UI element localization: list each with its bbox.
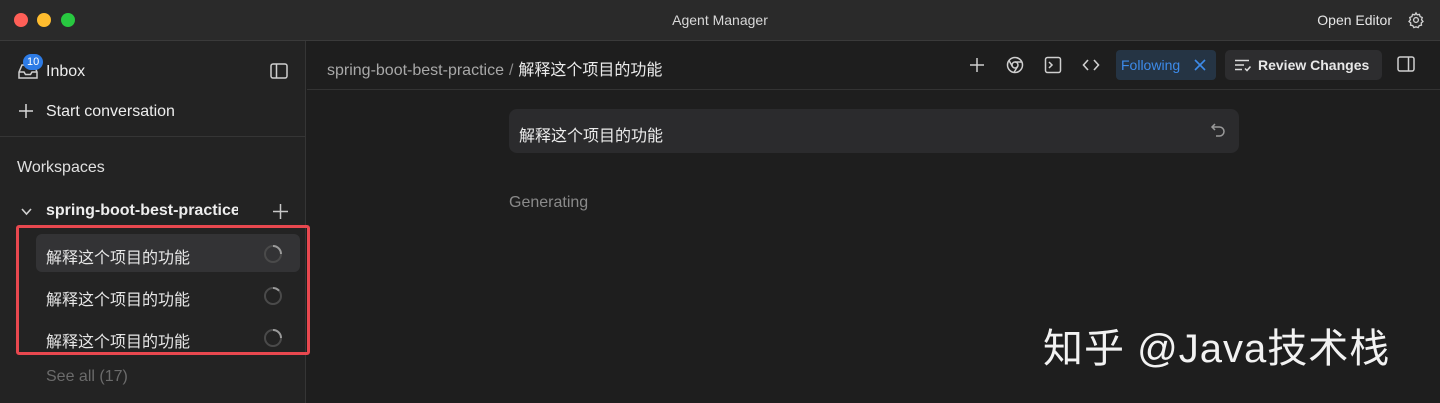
user-message-text: 解释这个项目的功能 [519,128,664,145]
sidebar-divider [0,136,305,137]
inbox-label: Inbox [46,63,86,80]
add-conversation-icon[interactable] [273,204,288,219]
conversation-item[interactable]: 解释这个项目的功能 [36,234,300,272]
sidebar-toggle-icon[interactable] [270,63,288,79]
code-icon[interactable] [1082,56,1100,74]
sidebar: 10 Inbox Start conversation Workspaces s… [0,41,310,403]
breadcrumb-current: 解释这个项目的功能 [518,62,663,79]
terminal-icon[interactable] [1044,56,1062,74]
breadcrumb: spring-boot-best-practice / 解释这个项目的功能 [327,56,662,80]
conversation-title: 解释这个项目的功能 [46,250,191,267]
conversation-item[interactable]: 解释这个项目的功能 [36,318,300,356]
breadcrumb-workspace[interactable]: spring-boot-best-practice [327,62,504,79]
main-header: spring-boot-best-practice / 解释这个项目的功能 Foll… [307,41,1440,90]
gear-icon[interactable] [1407,11,1425,29]
title-bar: Agent Manager Open Editor [0,0,1440,41]
chevron-down-icon[interactable] [20,205,33,218]
start-conversation-button[interactable]: Start conversation [0,97,305,133]
open-editor-button[interactable]: Open Editor [1317,12,1392,28]
conversation-title: 解释这个项目的功能 [46,292,191,309]
breadcrumb-separator: / [508,62,514,79]
inbox-badge: 10 [23,54,44,70]
close-icon[interactable] [1194,59,1206,71]
see-all-link[interactable]: See all (17) [46,368,128,386]
following-label: Following [1121,57,1181,73]
loading-spinner-icon [264,245,282,263]
list-check-icon [1235,59,1251,72]
conversation-item[interactable]: 解释这个项目的功能 [36,276,300,314]
loading-spinner-icon [264,286,282,305]
plus-icon[interactable] [968,56,986,74]
review-changes-button[interactable]: Review Changes [1225,50,1382,80]
plus-icon [19,104,33,118]
conversation-title: 解释这个项目的功能 [46,334,191,351]
watermark: 知乎 @Java技术栈 [1043,327,1391,371]
workspace-row[interactable]: spring-boot-best-practice [0,199,305,225]
user-message-bubble: 解释这个项目的功能 [509,109,1239,153]
loading-spinner-icon [264,329,282,347]
undo-icon[interactable] [1210,122,1226,138]
panel-toggle-icon[interactable] [1397,56,1415,72]
start-conversation-label: Start conversation [46,103,175,120]
sidebar-item-inbox[interactable]: 10 Inbox [0,41,305,95]
review-changes-label: Review Changes [1258,57,1370,73]
following-toggle[interactable]: Following [1116,50,1216,80]
workspace-name: spring-boot-best-practice [46,202,238,219]
chrome-icon[interactable] [1006,56,1024,74]
generating-status: Generating [509,194,589,211]
workspaces-heading: Workspaces [17,159,105,176]
window-title: Agent Manager [672,12,768,28]
